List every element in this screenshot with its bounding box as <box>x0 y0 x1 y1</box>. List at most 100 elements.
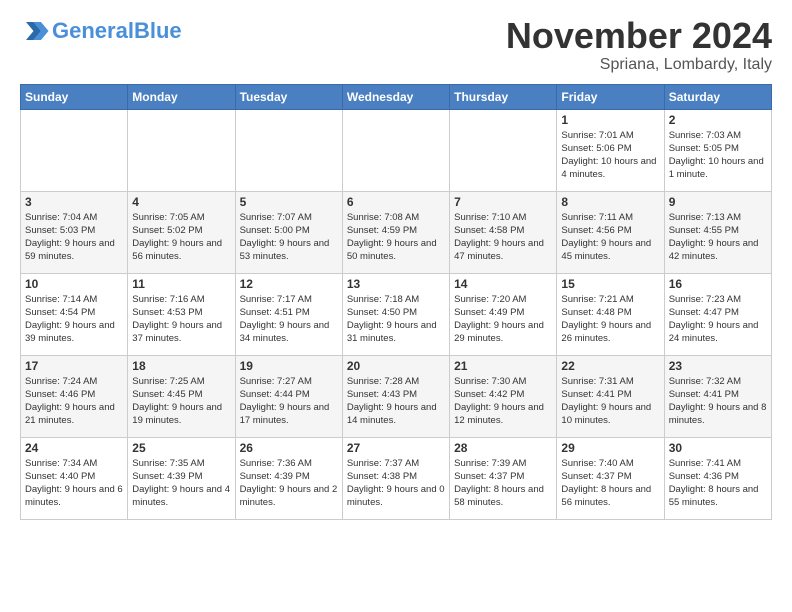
day-number: 28 <box>454 441 552 455</box>
day-number: 11 <box>132 277 230 291</box>
day-info: Sunrise: 7:34 AM Sunset: 4:40 PM Dayligh… <box>25 457 123 510</box>
day-number: 26 <box>240 441 338 455</box>
day-info: Sunrise: 7:24 AM Sunset: 4:46 PM Dayligh… <box>25 375 123 428</box>
calendar-cell: 28 Sunrise: 7:39 AM Sunset: 4:37 PM Dayli… <box>450 437 557 519</box>
calendar-cell: 9 Sunrise: 7:13 AM Sunset: 4:55 PM Daylig… <box>664 191 771 273</box>
calendar-cell: 27 Sunrise: 7:37 AM Sunset: 4:38 PM Dayli… <box>342 437 449 519</box>
day-info: Sunrise: 7:08 AM Sunset: 4:59 PM Dayligh… <box>347 211 445 264</box>
calendar-cell: 2 Sunrise: 7:03 AM Sunset: 5:05 PM Daylig… <box>664 109 771 191</box>
calendar-cell: 30 Sunrise: 7:41 AM Sunset: 4:36 PM Dayli… <box>664 437 771 519</box>
day-info: Sunrise: 7:18 AM Sunset: 4:50 PM Dayligh… <box>347 293 445 346</box>
calendar-cell: 19 Sunrise: 7:27 AM Sunset: 4:44 PM Dayli… <box>235 355 342 437</box>
calendar-cell <box>235 109 342 191</box>
calendar-week-row: 10 Sunrise: 7:14 AM Sunset: 4:54 PM Dayli… <box>21 273 772 355</box>
logo-text: GeneralBlue <box>52 19 182 43</box>
day-info: Sunrise: 7:23 AM Sunset: 4:47 PM Dayligh… <box>669 293 767 346</box>
day-info: Sunrise: 7:13 AM Sunset: 4:55 PM Dayligh… <box>669 211 767 264</box>
day-info: Sunrise: 7:16 AM Sunset: 4:53 PM Dayligh… <box>132 293 230 346</box>
day-number: 2 <box>669 113 767 127</box>
calendar-cell: 21 Sunrise: 7:30 AM Sunset: 4:42 PM Dayli… <box>450 355 557 437</box>
day-info: Sunrise: 7:04 AM Sunset: 5:03 PM Dayligh… <box>25 211 123 264</box>
day-number: 14 <box>454 277 552 291</box>
calendar-cell: 26 Sunrise: 7:36 AM Sunset: 4:39 PM Dayli… <box>235 437 342 519</box>
calendar-week-row: 1Sunrise: 7:01 AM Sunset: 5:06 PM Daylig… <box>21 109 772 191</box>
day-number: 4 <box>132 195 230 209</box>
day-number: 6 <box>347 195 445 209</box>
dow-header: Thursday <box>450 84 557 109</box>
day-number: 18 <box>132 359 230 373</box>
day-info: Sunrise: 7:39 AM Sunset: 4:37 PM Dayligh… <box>454 457 552 510</box>
day-number: 12 <box>240 277 338 291</box>
calendar-cell: 14 Sunrise: 7:20 AM Sunset: 4:49 PM Dayli… <box>450 273 557 355</box>
month-title: November 2024 <box>506 16 772 56</box>
calendar-cell: 4Sunrise: 7:05 AM Sunset: 5:02 PM Daylig… <box>128 191 235 273</box>
day-number: 19 <box>240 359 338 373</box>
day-info: Sunrise: 7:32 AM Sunset: 4:41 PM Dayligh… <box>669 375 767 428</box>
calendar-cell: 7Sunrise: 7:10 AM Sunset: 4:58 PM Daylig… <box>450 191 557 273</box>
dow-header: Sunday <box>21 84 128 109</box>
day-info: Sunrise: 7:40 AM Sunset: 4:37 PM Dayligh… <box>561 457 659 510</box>
calendar-body: 1Sunrise: 7:01 AM Sunset: 5:06 PM Daylig… <box>21 109 772 519</box>
day-number: 15 <box>561 277 659 291</box>
day-number: 7 <box>454 195 552 209</box>
day-info: Sunrise: 7:30 AM Sunset: 4:42 PM Dayligh… <box>454 375 552 428</box>
calendar-cell: 15 Sunrise: 7:21 AM Sunset: 4:48 PM Dayli… <box>557 273 664 355</box>
calendar-cell: 16 Sunrise: 7:23 AM Sunset: 4:47 PM Dayli… <box>664 273 771 355</box>
day-number: 5 <box>240 195 338 209</box>
day-info: Sunrise: 7:17 AM Sunset: 4:51 PM Dayligh… <box>240 293 338 346</box>
calendar-cell: 3 Sunrise: 7:04 AM Sunset: 5:03 PM Daylig… <box>21 191 128 273</box>
day-number: 9 <box>669 195 767 209</box>
day-info: Sunrise: 7:03 AM Sunset: 5:05 PM Dayligh… <box>669 129 767 182</box>
location: Spriana, Lombardy, Italy <box>506 56 772 74</box>
dow-header: Friday <box>557 84 664 109</box>
calendar-cell <box>342 109 449 191</box>
day-info: Sunrise: 7:21 AM Sunset: 4:48 PM Dayligh… <box>561 293 659 346</box>
calendar-cell: 6 Sunrise: 7:08 AM Sunset: 4:59 PM Daylig… <box>342 191 449 273</box>
calendar-cell: 23Sunrise: 7:32 AM Sunset: 4:41 PM Dayli… <box>664 355 771 437</box>
day-number: 20 <box>347 359 445 373</box>
title-block: November 2024 Spriana, Lombardy, Italy <box>506 16 772 74</box>
day-number: 22 <box>561 359 659 373</box>
day-number: 8 <box>561 195 659 209</box>
dow-header: Saturday <box>664 84 771 109</box>
dow-header: Monday <box>128 84 235 109</box>
day-number: 1 <box>561 113 659 127</box>
day-number: 29 <box>561 441 659 455</box>
calendar-cell: 13 Sunrise: 7:18 AM Sunset: 4:50 PM Dayli… <box>342 273 449 355</box>
calendar-table: SundayMondayTuesdayWednesdayThursdayFrid… <box>20 84 772 520</box>
day-number: 3 <box>25 195 123 209</box>
day-info: Sunrise: 7:41 AM Sunset: 4:36 PM Dayligh… <box>669 457 767 510</box>
day-number: 24 <box>25 441 123 455</box>
day-number: 17 <box>25 359 123 373</box>
dow-header: Wednesday <box>342 84 449 109</box>
day-number: 30 <box>669 441 767 455</box>
calendar-cell: 8 Sunrise: 7:11 AM Sunset: 4:56 PM Daylig… <box>557 191 664 273</box>
calendar-cell: 22 Sunrise: 7:31 AM Sunset: 4:41 PM Dayli… <box>557 355 664 437</box>
day-info: Sunrise: 7:27 AM Sunset: 4:44 PM Dayligh… <box>240 375 338 428</box>
calendar-week-row: 24 Sunrise: 7:34 AM Sunset: 4:40 PM Dayli… <box>21 437 772 519</box>
calendar-cell: 18Sunrise: 7:25 AM Sunset: 4:45 PM Dayli… <box>128 355 235 437</box>
calendar-cell <box>450 109 557 191</box>
day-info: Sunrise: 7:11 AM Sunset: 4:56 PM Dayligh… <box>561 211 659 264</box>
day-info: Sunrise: 7:14 AM Sunset: 4:54 PM Dayligh… <box>25 293 123 346</box>
logo-line1: General <box>52 18 134 43</box>
day-number: 21 <box>454 359 552 373</box>
day-info: Sunrise: 7:20 AM Sunset: 4:49 PM Dayligh… <box>454 293 552 346</box>
calendar-week-row: 17 Sunrise: 7:24 AM Sunset: 4:46 PM Dayli… <box>21 355 772 437</box>
page: GeneralBlue November 2024 Spriana, Lomba… <box>0 0 792 530</box>
day-number: 16 <box>669 277 767 291</box>
day-number: 10 <box>25 277 123 291</box>
calendar-cell: 1Sunrise: 7:01 AM Sunset: 5:06 PM Daylig… <box>557 109 664 191</box>
day-info: Sunrise: 7:31 AM Sunset: 4:41 PM Dayligh… <box>561 375 659 428</box>
day-number: 13 <box>347 277 445 291</box>
day-info: Sunrise: 7:36 AM Sunset: 4:39 PM Dayligh… <box>240 457 338 510</box>
calendar-cell: 17 Sunrise: 7:24 AM Sunset: 4:46 PM Dayli… <box>21 355 128 437</box>
day-info: Sunrise: 7:37 AM Sunset: 4:38 PM Dayligh… <box>347 457 445 510</box>
calendar-cell: 11 Sunrise: 7:16 AM Sunset: 4:53 PM Dayli… <box>128 273 235 355</box>
day-number: 27 <box>347 441 445 455</box>
calendar-cell: 10 Sunrise: 7:14 AM Sunset: 4:54 PM Dayli… <box>21 273 128 355</box>
calendar-cell: 25Sunrise: 7:35 AM Sunset: 4:39 PM Dayli… <box>128 437 235 519</box>
dow-header: Tuesday <box>235 84 342 109</box>
day-number: 25 <box>132 441 230 455</box>
days-of-week-row: SundayMondayTuesdayWednesdayThursdayFrid… <box>21 84 772 109</box>
